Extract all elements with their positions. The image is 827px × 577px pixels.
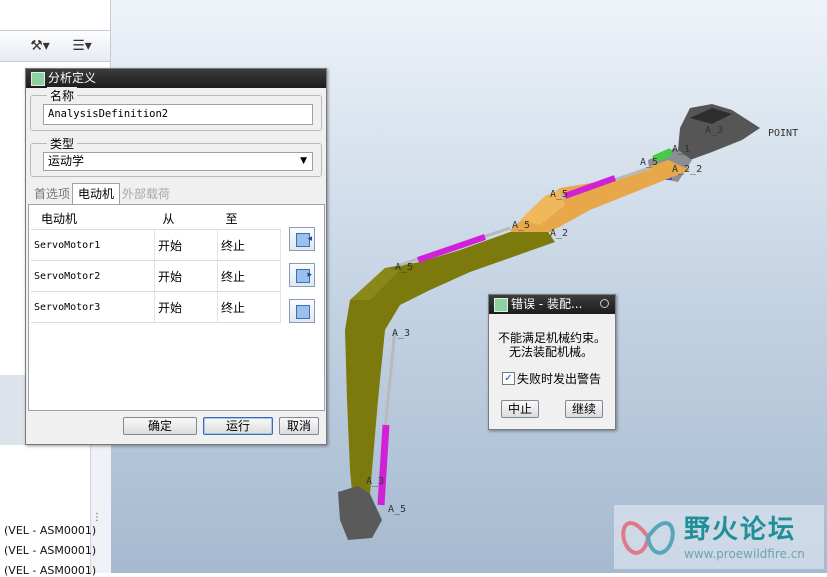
header-to[interactable]: 至 xyxy=(217,207,281,230)
error-message-line2: 无法装配机械。 xyxy=(509,345,594,359)
dialog-app-icon xyxy=(494,298,508,312)
tools-icon[interactable]: ⚒▾ xyxy=(28,36,52,56)
analysis-name-field[interactable]: AnalysisDefinition2 xyxy=(43,104,313,125)
label-a5-2: A_5 xyxy=(550,189,568,200)
dialog-app-icon xyxy=(31,72,45,86)
run-button[interactable]: 运行 xyxy=(203,417,273,435)
table-header: 电动机 从 至 xyxy=(31,207,281,230)
motor-name[interactable]: ServoMotor2 xyxy=(31,260,155,292)
motor-table: 电动机 从 至 ServoMotor1 开始 终止 ServoMotor2 开始… xyxy=(31,207,282,323)
label-a3-low: A_3 xyxy=(366,476,384,487)
list-icon[interactable]: ☰▾ xyxy=(70,36,94,56)
assembly-error-dialog: 错误 - 装配... 不能满足机械约束。 无法装配机械。 ✓ 失败时发出警告 中… xyxy=(488,294,616,430)
label-a3-mid: A_3 xyxy=(392,328,410,339)
continue-button[interactable]: 继续 xyxy=(565,400,603,418)
dialog-title: 分析定义 xyxy=(48,71,97,85)
chevron-down-icon: ▼ xyxy=(300,156,307,166)
motor-to[interactable]: 终止 xyxy=(217,260,282,292)
motor-to[interactable]: 终止 xyxy=(217,229,282,261)
arrow-left-icon: ◂ xyxy=(307,234,312,244)
cancel-button[interactable]: 取消 xyxy=(279,417,319,435)
analysis-type-value: 运动学 xyxy=(48,154,85,168)
label-a3-top: A_3 xyxy=(705,125,723,136)
butterfly-logo xyxy=(621,521,675,555)
table-row[interactable]: ServoMotor1 开始 终止 xyxy=(31,229,282,261)
label-a1: A_1 xyxy=(672,144,690,155)
type-group: 类型 运动学 ▼ xyxy=(30,135,322,177)
motors-tab-panel: 电动机 从 至 ServoMotor1 开始 终止 ServoMotor2 开始… xyxy=(28,204,325,411)
label-a5-bottom: A_5 xyxy=(388,504,406,515)
abort-button[interactable]: 中止 xyxy=(501,400,539,418)
name-group: 名称 AnalysisDefinition2 xyxy=(30,87,322,131)
splitter-handle[interactable]: ⋮ xyxy=(92,512,102,523)
type-group-label: 类型 xyxy=(47,135,78,152)
remove-motor-button[interactable]: ▸ xyxy=(289,263,315,287)
add-motor-button[interactable]: ◂ xyxy=(289,227,315,251)
tab-motors[interactable]: 电动机 xyxy=(72,183,120,205)
label-a2-2: A_2_2 xyxy=(672,164,702,175)
tree-row[interactable]: (VEL - ASM0001) xyxy=(4,544,96,557)
forum-watermark: 野火论坛 www.proewildfire.cn xyxy=(614,505,824,569)
tab-external-loads: 外部载荷 xyxy=(121,187,170,201)
analysis-type-select[interactable]: 运动学 ▼ xyxy=(43,152,313,171)
header-from[interactable]: 从 xyxy=(154,207,218,230)
header-motor[interactable]: 电动机 xyxy=(31,207,155,230)
add-all-motors-button[interactable] xyxy=(289,299,315,323)
label-a2-mid: A_2 xyxy=(550,228,568,239)
analysis-definition-dialog: 分析定义 名称 AnalysisDefinition2 类型 运动学 ▼ 首选项… xyxy=(25,68,327,445)
label-a5-1: A_5 xyxy=(640,157,658,168)
label-point: POINT xyxy=(768,128,798,139)
motor-name[interactable]: ServoMotor3 xyxy=(31,291,155,323)
motor-to[interactable]: 终止 xyxy=(217,291,282,323)
arrow-right-icon: ▸ xyxy=(307,270,312,280)
ok-button[interactable]: 确定 xyxy=(123,417,197,435)
dialog-titlebar[interactable]: 分析定义 xyxy=(26,69,326,88)
table-row[interactable]: ServoMotor2 开始 终止 xyxy=(31,260,282,292)
tab-preferences[interactable]: 首选项 xyxy=(30,185,74,203)
motor-from[interactable]: 开始 xyxy=(154,260,218,292)
motor-from[interactable]: 开始 xyxy=(154,291,218,323)
label-a5-3: A_5 xyxy=(512,220,530,231)
watermark-url: www.proewildfire.cn xyxy=(684,547,805,561)
model-tree-toolbar: ⚒▾ ☰▾ xyxy=(0,30,110,62)
watermark-title: 野火论坛 xyxy=(684,515,797,545)
error-titlebar[interactable]: 错误 - 装配... xyxy=(489,295,615,314)
table-row[interactable]: ServoMotor3 开始 终止 xyxy=(31,291,282,323)
motor-name[interactable]: ServoMotor1 xyxy=(31,229,155,261)
warn-on-failure-label[interactable]: 失败时发出警告 xyxy=(517,370,601,387)
warn-on-failure-checkbox[interactable]: ✓ xyxy=(502,372,515,385)
tree-row[interactable]: (VEL - ASM0001) xyxy=(4,524,96,537)
close-icon[interactable] xyxy=(600,299,609,308)
grid-icon xyxy=(296,305,310,319)
name-group-label: 名称 xyxy=(47,87,78,104)
motor-from[interactable]: 开始 xyxy=(154,229,218,261)
label-a5-left: A_5 xyxy=(395,262,413,273)
error-title: 错误 - 装配... xyxy=(511,297,583,311)
tree-row[interactable]: (VEL - ASM0001) xyxy=(4,564,96,577)
